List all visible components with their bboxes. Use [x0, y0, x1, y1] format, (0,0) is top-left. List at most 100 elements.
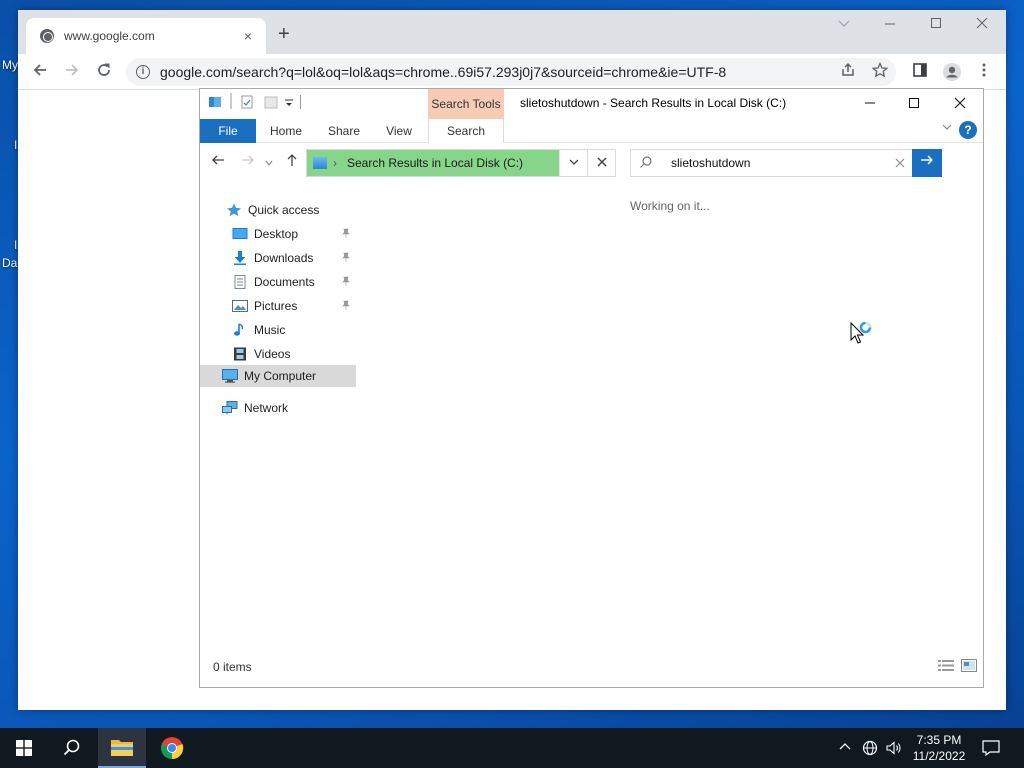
explorer-maximize-button[interactable] [899, 93, 929, 115]
explorer-title-bar: Search Tools slietoshutdown - Search Res… [200, 89, 983, 119]
action-center-notification-icon[interactable] [982, 740, 1000, 759]
reload-icon[interactable] [94, 62, 114, 82]
side-panel-icon[interactable] [910, 62, 930, 82]
start-button-windows-icon[interactable] [0, 728, 48, 768]
search-box[interactable]: slietoshutdown [630, 149, 942, 177]
nav-item-my-computer[interactable]: My Computer [200, 365, 356, 387]
new-tab-button[interactable]: + [278, 24, 290, 44]
address-bar[interactable]: i google.com/search?q=lol&oq=lol&aqs=chr… [126, 58, 896, 86]
more-menu-icon[interactable] [974, 62, 994, 82]
desktop-icon-label-fragment[interactable]: I [14, 138, 17, 152]
file-explorer-taskbar-icon[interactable] [98, 728, 146, 768]
nav-item-label: Desktop [254, 227, 299, 241]
address-path[interactable]: Search Results in Local Disk (C:) [347, 156, 523, 170]
share-icon[interactable] [838, 62, 858, 82]
search-tools-contextual-tab[interactable]: Search Tools [428, 89, 504, 119]
chrome-close-button[interactable] [970, 16, 994, 33]
nav-item-label: Downloads [254, 251, 314, 265]
ribbon-tab-view[interactable]: View [378, 119, 420, 143]
address-url[interactable]: google.com/search?q=lol&oq=lol&aqs=chrom… [160, 64, 726, 80]
chrome-taskbar-icon[interactable] [148, 728, 196, 768]
address-bar[interactable]: › Search Results in Local Disk (C:) [306, 149, 616, 177]
breadcrumb-chevron-icon[interactable]: › [333, 156, 337, 170]
tab-title: www.google.com [64, 29, 155, 43]
forward-arrow-icon[interactable] [238, 151, 258, 175]
desktop-icon-label-fragment[interactable]: I [14, 238, 17, 252]
taskbar-clock[interactable]: 7:35 PM 11/2/2022 [900, 732, 978, 764]
bookmark-star-icon[interactable] [870, 61, 890, 82]
chrome-toolbar: i google.com/search?q=lol&oq=lol&aqs=chr… [18, 54, 1006, 90]
up-arrow-icon[interactable] [282, 151, 302, 175]
clear-search-icon[interactable] [888, 156, 912, 171]
computer-icon [222, 369, 238, 383]
search-status-message: Working on it... [630, 199, 710, 213]
stop-search-icon[interactable] [587, 150, 615, 176]
network-globe-icon[interactable] [862, 740, 878, 759]
desktop-icon-label-fragment[interactable]: My [2, 58, 18, 72]
details-view-icon[interactable] [938, 659, 954, 672]
profile-avatar-icon[interactable] [942, 62, 962, 82]
pin-icon[interactable] [341, 228, 351, 241]
nav-item-label: Documents [254, 275, 315, 289]
nav-item-downloads[interactable]: Downloads [232, 247, 313, 269]
nav-item-pictures[interactable]: Pictures [232, 295, 297, 317]
nav-item-music[interactable]: Music [232, 319, 285, 341]
back-arrow-icon[interactable] [208, 151, 228, 175]
help-icon[interactable]: ? [959, 121, 977, 139]
ribbon-tab-search[interactable]: Search [428, 119, 504, 143]
explorer-minimize-button[interactable] [855, 93, 885, 115]
nav-item-label: My Computer [244, 369, 317, 383]
search-icon [631, 155, 661, 172]
nav-item-label: Music [254, 323, 286, 337]
search-go-arrow-icon[interactable] [912, 149, 942, 177]
ribbon-tabs: File Home Share View Search ? [200, 119, 983, 143]
properties-icon[interactable] [240, 95, 254, 109]
nav-item-label: Quick access [248, 203, 320, 217]
ribbon-tab-home[interactable]: Home [264, 119, 308, 143]
large-icons-view-icon[interactable] [961, 659, 977, 672]
nav-quick-access[interactable]: Quick access [226, 199, 319, 221]
chrome-tab[interactable]: www.google.com × [26, 18, 266, 54]
pin-icon[interactable] [341, 252, 351, 265]
explorer-window-title: slietoshutdown - Search Results in Local… [520, 96, 787, 110]
item-count: 0 items [213, 660, 252, 674]
nav-item-desktop[interactable]: Desktop [232, 223, 298, 245]
new-folder-icon[interactable] [264, 95, 278, 109]
qat-divider [230, 93, 232, 109]
nav-item-videos[interactable]: Videos [232, 343, 290, 365]
document-icon [232, 275, 248, 289]
ribbon-tab-file[interactable]: File [200, 119, 256, 143]
tab-close-icon[interactable]: × [240, 28, 256, 44]
film-icon [232, 347, 248, 361]
ribbon-tab-share[interactable]: Share [322, 119, 366, 143]
site-info-icon[interactable]: i [136, 65, 150, 79]
ribbon-expand-chevron-icon[interactable] [941, 121, 953, 136]
pin-icon[interactable] [341, 276, 351, 289]
pin-icon[interactable] [341, 300, 351, 313]
desktop-icon-label-fragment[interactable]: Da [2, 256, 17, 270]
navigation-row: › Search Results in Local Disk (C:) slie… [200, 147, 983, 179]
back-arrow-icon[interactable] [30, 62, 50, 82]
file-explorer-window: Search Tools slietoshutdown - Search Res… [199, 88, 984, 688]
explorer-app-icon [208, 95, 222, 109]
globe-icon [40, 29, 54, 43]
search-icon[interactable] [48, 728, 96, 768]
busy-cursor-icon [850, 321, 878, 349]
nav-item-documents[interactable]: Documents [232, 271, 315, 293]
explorer-close-button[interactable] [945, 93, 975, 115]
nav-item-network[interactable]: Network [222, 397, 288, 419]
chrome-minimize-button[interactable] [878, 16, 902, 33]
desktop-icon [232, 227, 248, 241]
recent-locations-chevron-icon[interactable] [262, 151, 276, 175]
forward-arrow-icon[interactable] [62, 62, 82, 82]
address-breadcrumb[interactable]: › Search Results in Local Disk (C:) [307, 150, 559, 176]
chrome-maximize-button[interactable] [924, 16, 948, 33]
clock-time: 7:35 PM [916, 733, 962, 747]
qat-divider [300, 95, 301, 109]
search-query[interactable]: slietoshutdown [661, 156, 888, 170]
qat-customize-chevron-icon[interactable] [284, 95, 298, 109]
search-results-icon [313, 157, 327, 169]
tab-search-chevron-icon[interactable] [832, 16, 856, 33]
show-hidden-icons-chevron-icon[interactable] [838, 740, 852, 757]
address-dropdown-icon[interactable] [559, 150, 587, 176]
